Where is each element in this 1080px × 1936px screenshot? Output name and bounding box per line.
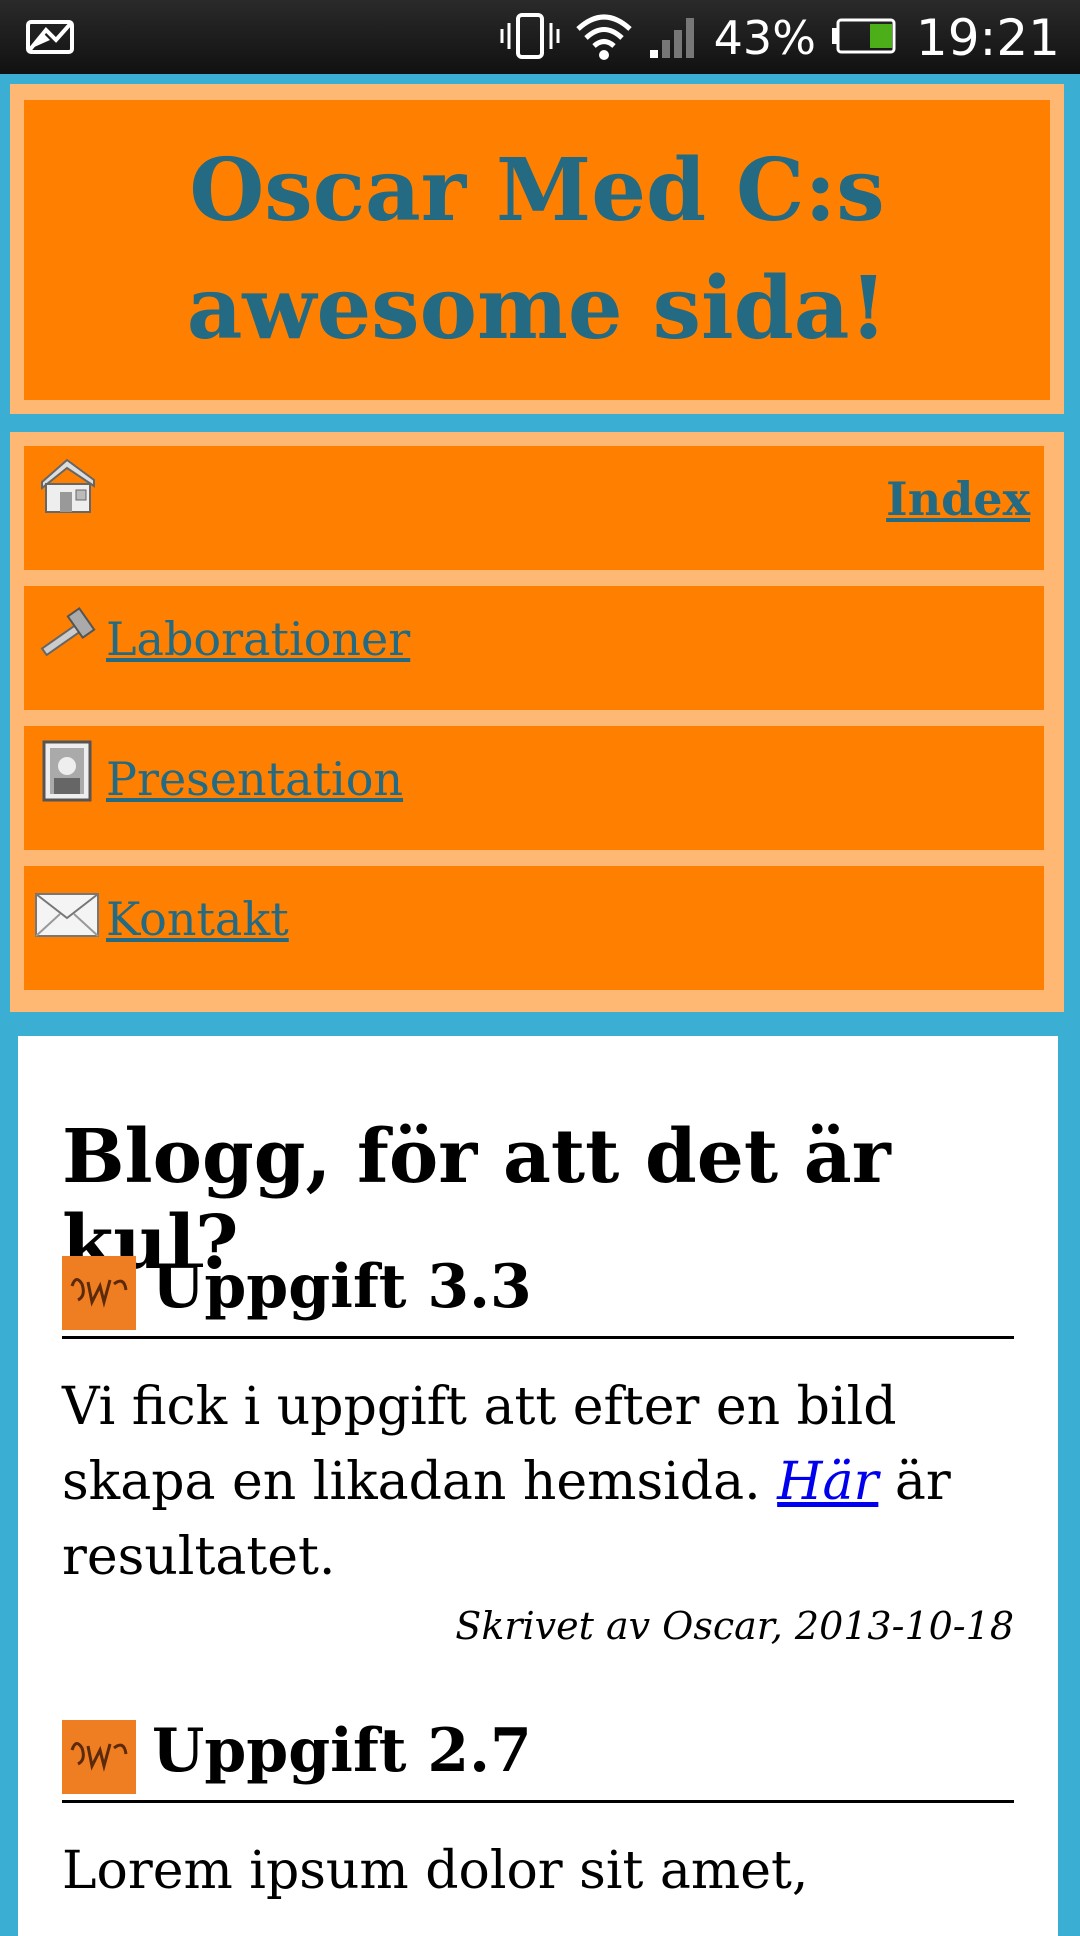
envelope-icon [34, 880, 100, 946]
main-content: Blogg, för att det är kul? Uppgift 3.3 V… [18, 1036, 1058, 1936]
nav-menu: Index Laborationer Presentation Kontakt [10, 432, 1064, 1012]
hammer-icon [34, 604, 100, 670]
nav-link-index[interactable]: Index [886, 472, 1030, 526]
nav-item-index[interactable]: Index [24, 446, 1044, 570]
nav-item-laborationer[interactable]: Laborationer [24, 586, 1044, 710]
nav-link-laborationer[interactable]: Laborationer [106, 612, 410, 666]
site-title: Oscar Med C:s awesome sida! [186, 140, 888, 359]
status-bar: 43% 19:21 [0, 0, 1080, 74]
post-body: Vi fick i uppgift att efter en bild skap… [62, 1377, 951, 1587]
header-frame: Oscar Med C:s awesome sida! [10, 84, 1064, 414]
clock: 19:21 [915, 9, 1060, 67]
notification-icon [24, 16, 76, 60]
post-title: Uppgift 3.3 [62, 1252, 1014, 1339]
portrait-icon [34, 738, 100, 804]
post-body: Lorem ipsum dolor sit amet, [62, 1841, 809, 1901]
signature-icon [62, 1256, 136, 1330]
vibrate-icon [500, 11, 560, 65]
post-title: Uppgift 2.7 [62, 1716, 1014, 1803]
battery-icon [830, 16, 896, 60]
nav-item-presentation[interactable]: Presentation [24, 726, 1044, 850]
nav-link-presentation[interactable]: Presentation [106, 752, 403, 806]
signal-icon [648, 12, 700, 64]
house-icon [34, 452, 100, 518]
post-meta: Skrivet av Oscar, 2013-10-18 [455, 1604, 1014, 1648]
signature-icon [62, 1720, 136, 1794]
header-banner: Oscar Med C:s awesome sida! [24, 100, 1050, 400]
wifi-icon [574, 11, 634, 65]
nav-link-kontakt[interactable]: Kontakt [106, 892, 289, 946]
nav-item-kontakt[interactable]: Kontakt [24, 866, 1044, 990]
battery-percent: 43% [713, 11, 816, 65]
result-link[interactable]: Här [777, 1452, 878, 1512]
